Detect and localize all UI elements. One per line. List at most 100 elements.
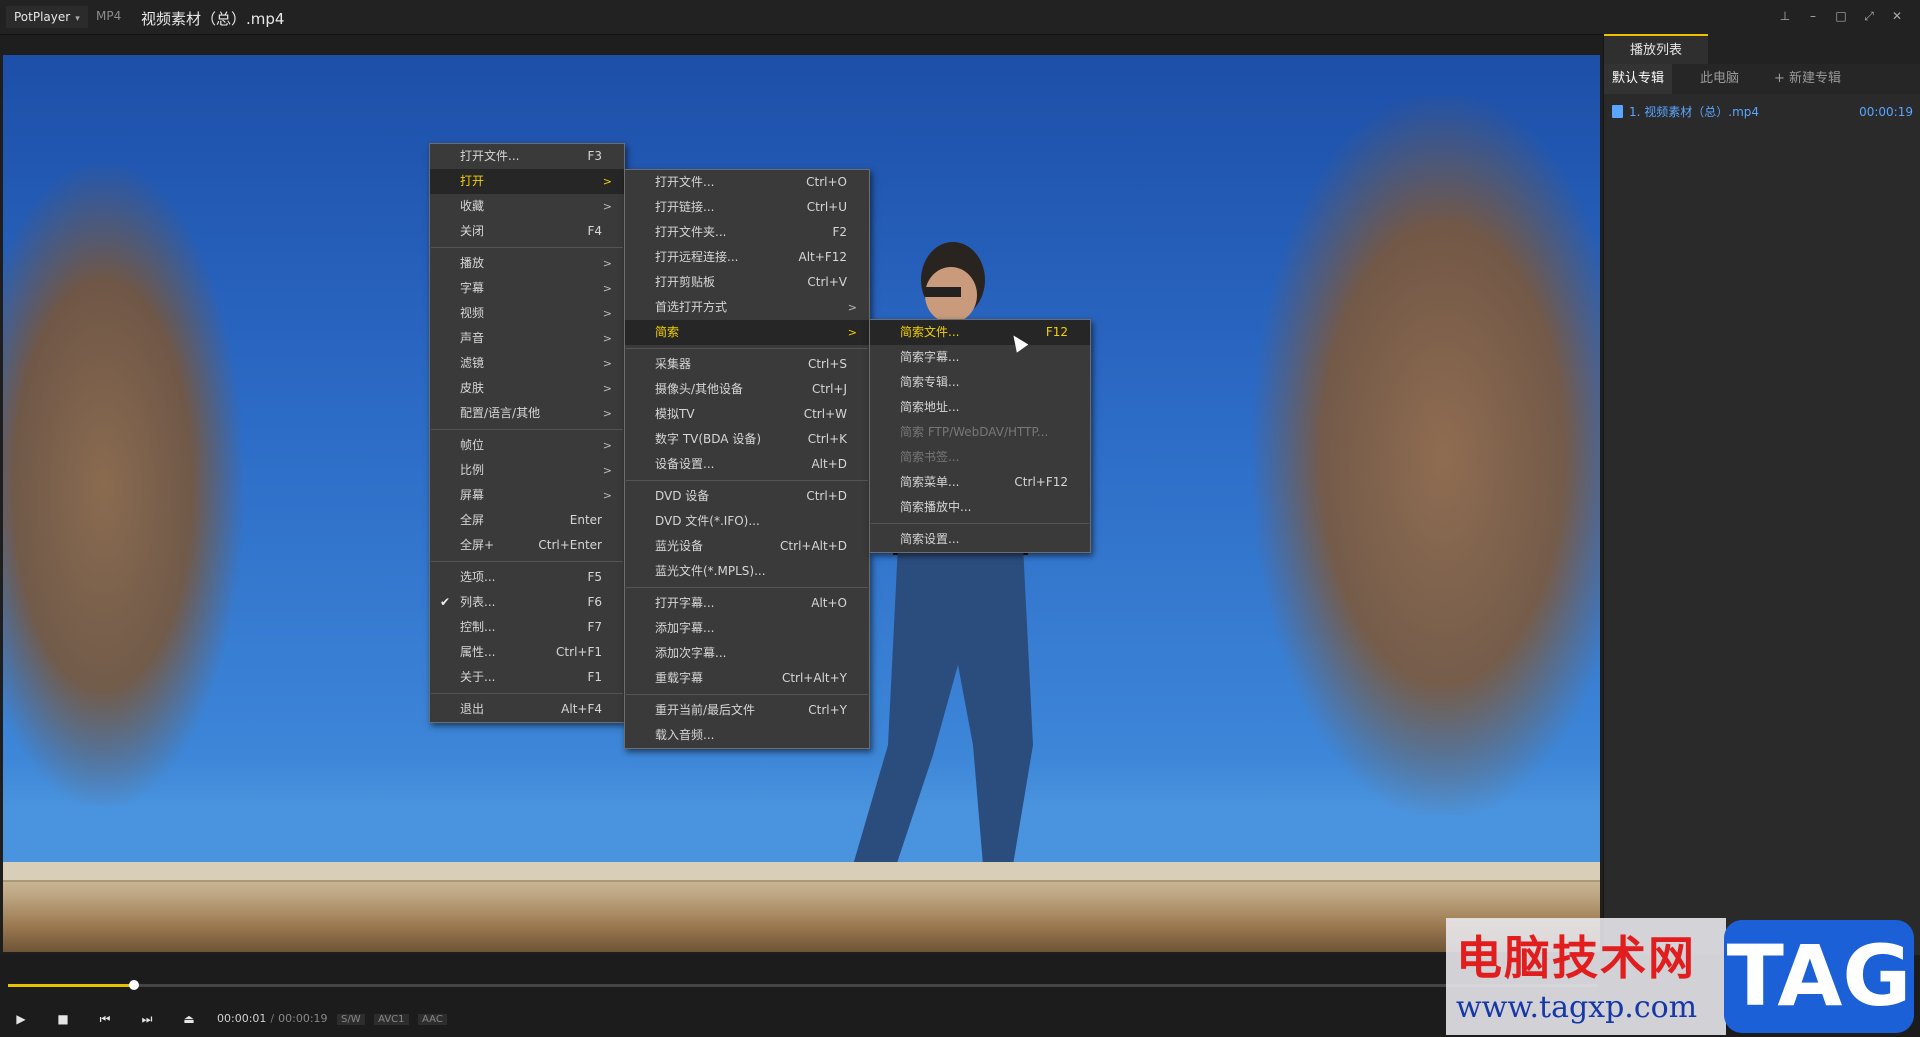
open-menu-item[interactable]: 简索 > [625,320,869,345]
main-menu-item[interactable]: 比例 > [430,458,624,483]
main-menu-item[interactable]: 全屏 Enter [430,508,624,533]
open-menu-item[interactable]: 添加次字幕... [625,641,869,666]
main-menu-item[interactable]: 滤镜 > [430,351,624,376]
menu-item-label: 简索地址... [900,400,960,414]
menu-item-label: 列表... [460,595,496,609]
open-menu-item[interactable]: 打开字幕... Alt+O [625,591,869,616]
playlist-item[interactable]: 1. 视频素材（总）.mp4 00:00:19 [1612,101,1913,123]
open-menu-item[interactable]: 打开远程连接... Alt+F12 [625,245,869,270]
main-menu-item[interactable]: 视频 > [430,301,624,326]
open-menu-item[interactable]: DVD 文件(*.IFO)... [625,509,869,534]
menu-item-shortcut: Ctrl+Enter [538,538,602,552]
eject-icon[interactable]: ⏏ [180,1010,198,1028]
main-menu-item[interactable]: 属性... Ctrl+F1 [430,640,624,665]
menu-separator [431,561,623,562]
main-menu-item[interactable]: 帧位 > [430,433,624,458]
main-menu-item[interactable]: 打开 > [430,169,624,194]
menu-item-shortcut: Ctrl+S [807,357,847,371]
new-album-button[interactable]: + 新建专辑 [1774,64,1884,94]
open-menu-item[interactable]: 重载字幕 Ctrl+Alt+Y [625,666,869,691]
open-menu-item[interactable]: 打开文件夹... F2 [625,220,869,245]
close-icon[interactable]: ✕ [1890,8,1904,24]
open-menu-item[interactable]: 载入音频... [625,723,869,748]
open-menu-item[interactable]: 蓝光文件(*.MPLS)... [625,559,869,584]
main-menu-item[interactable]: 皮肤 > [430,376,624,401]
watermark: 电脑技术网 www.tagxp.com TAG [1446,918,1920,1035]
open-menu-item[interactable]: 打开剪贴板 Ctrl+V [625,270,869,295]
search-menu-item[interactable]: 简索文件... F12 [870,320,1090,345]
audio-codec-badge[interactable]: AAC [418,1014,447,1025]
total-time: 00:00:19 [278,1012,328,1025]
main-menu-item[interactable]: 控制... F7 [430,615,624,640]
open-menu-item[interactable]: DVD 设备 Ctrl+D [625,484,869,509]
open-menu-item[interactable]: 设备设置... Alt+D [625,452,869,477]
menu-item-label: 首选打开方式 [655,300,728,314]
submenu-arrow-icon: > [847,301,857,314]
main-menu-item[interactable]: 播放 > [430,251,624,276]
tab-playlist[interactable]: 播放列表 [1604,34,1708,66]
main-menu-item[interactable]: ✔ 列表... F6 [430,590,624,615]
menu-item-label: 简索菜单... [900,475,960,489]
menu-item-label: 模拟TV [655,407,695,421]
seek-bar[interactable] [8,980,1598,990]
menu-item-label: 简索字幕... [900,350,960,364]
open-menu-item[interactable]: 模拟TV Ctrl+W [625,402,869,427]
main-menu-item[interactable]: 打开文件... F3 [430,144,624,169]
menu-item-shortcut: Ctrl+O [806,175,847,189]
open-menu-item[interactable]: 摄像头/其他设备 Ctrl+J [625,377,869,402]
main-menu-item[interactable]: 选项... F5 [430,565,624,590]
main-menu-item[interactable]: 字幕 > [430,276,624,301]
sw-badge[interactable]: S/W [337,1014,365,1025]
app-menu-button[interactable]: PotPlayer ▾ [6,6,88,28]
next-icon[interactable]: ⏭ [138,1010,156,1028]
menu-separator [431,429,623,430]
main-menu-item[interactable]: 收藏 > [430,194,624,219]
menu-item-label: 添加字幕... [655,621,715,635]
open-menu-item[interactable]: 采集器 Ctrl+S [625,352,869,377]
search-menu-item[interactable]: 简索字幕... [870,345,1090,370]
main-menu-item[interactable]: 全屏+ Ctrl+Enter [430,533,624,558]
menu-item-label: 退出 [460,702,485,716]
context-menu-main: 打开文件... F3 打开 > 收藏 > 关闭 F4 播放 > 字幕 > 视频 > 声音 > 滤镜 > 皮肤 > 配置/… [429,143,625,723]
menu-item-label: 选项... [460,570,496,584]
menu-item-label: 简索 [655,325,680,339]
video-codec-badge[interactable]: AVC1 [374,1014,409,1025]
main-menu-item[interactable]: 屏幕 > [430,483,624,508]
watermark-panel: 电脑技术网 www.tagxp.com [1446,918,1726,1035]
menu-item-label: 打开文件夹... [655,225,727,239]
main-menu-item[interactable]: 声音 > [430,326,624,351]
open-menu-item[interactable]: 重开当前/最后文件 Ctrl+Y [625,698,869,723]
fullscreen-icon[interactable]: ⤢ [1862,8,1876,24]
open-menu-item[interactable]: 蓝光设备 Ctrl+Alt+D [625,534,869,559]
pin-icon[interactable]: ⊥ [1778,8,1792,24]
menu-item-shortcut: F5 [587,570,602,584]
tab-default-album[interactable]: 默认专辑 [1604,64,1672,94]
main-menu-item[interactable]: 配置/语言/其他 > [430,401,624,426]
watermark-url: www.tagxp.com [1456,990,1698,1025]
search-menu-item[interactable]: 简索地址... [870,395,1090,420]
maximize-icon[interactable]: □ [1834,8,1848,24]
search-menu-item[interactable]: 简索播放中... [870,495,1090,520]
open-menu-item[interactable]: 打开链接... Ctrl+U [625,195,869,220]
menu-item-label: 打开文件... [655,175,715,189]
main-menu-item[interactable]: 退出 Alt+F4 [430,697,624,722]
main-menu-item[interactable]: 关闭 F4 [430,219,624,244]
previous-icon[interactable]: ⏮ [96,1010,114,1028]
seek-bar-handle[interactable] [128,980,139,990]
main-menu-item[interactable]: 关于... F1 [430,665,624,690]
menu-separator [626,348,868,349]
open-menu-item[interactable]: 数字 TV(BDA 设备) Ctrl+K [625,427,869,452]
tab-this-pc[interactable]: 此电脑 [1700,64,1760,94]
stop-icon[interactable]: ■ [54,1010,72,1028]
open-menu-item[interactable]: 首选打开方式 > [625,295,869,320]
search-menu-item[interactable]: 简索专辑... [870,370,1090,395]
search-menu-item[interactable]: 简索设置... [870,527,1090,552]
open-menu-item[interactable]: 打开文件... Ctrl+O [625,170,869,195]
minimize-icon[interactable]: – [1806,8,1820,24]
search-menu-item[interactable]: 简索菜单... Ctrl+F12 [870,470,1090,495]
menu-item-label: 打开剪贴板 [655,275,716,289]
menu-item-label: DVD 设备 [655,489,710,503]
play-icon[interactable]: ▶ [12,1010,30,1028]
menu-item-label: 打开文件... [460,149,520,163]
open-menu-item[interactable]: 添加字幕... [625,616,869,641]
